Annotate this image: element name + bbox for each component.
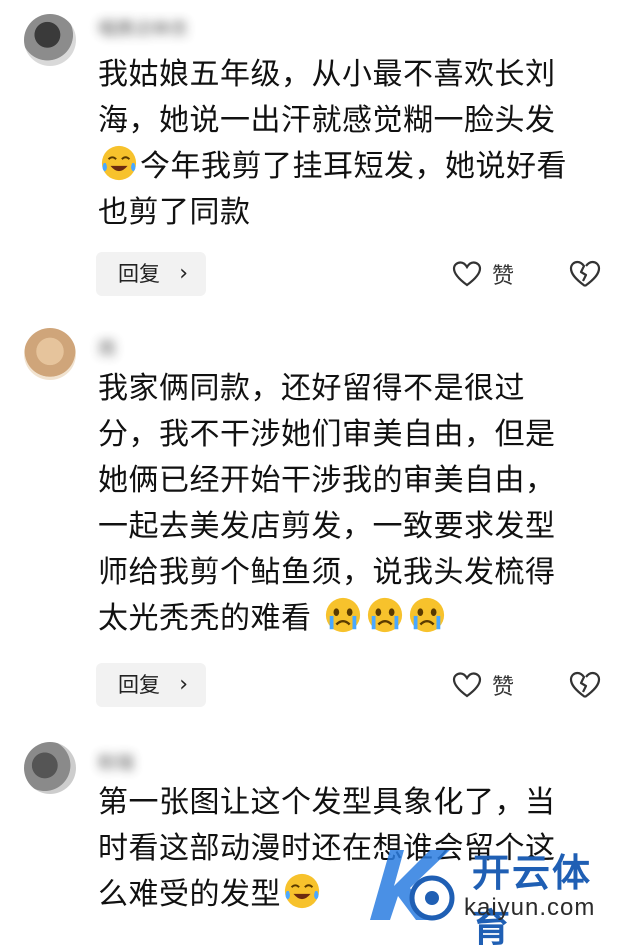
crying-emoji-icon [325, 597, 360, 633]
comment-line: 也剪了同款 [98, 195, 251, 230]
comment-line: 么难受的发型 [98, 877, 281, 912]
like-button[interactable]: 赞 [452, 663, 514, 707]
comment-line-with-emoji: 今年我剪了挂耳短发，她说好看 [98, 144, 608, 190]
heart-outline-icon [452, 672, 482, 698]
comment-line: 我姑娘五年级，从小最不喜欢长刘 [98, 57, 556, 92]
username[interactable]: 雨 [98, 338, 478, 362]
comment-line: 我家俩同款，还好留得不是很过 [98, 371, 525, 406]
broken-heart-icon[interactable] [568, 668, 602, 702]
crying-laughing-emoji-icon [284, 873, 320, 909]
broken-heart-icon[interactable] [568, 257, 602, 291]
chevron-right-icon: › [179, 261, 188, 286]
like-label: 赞 [492, 264, 515, 289]
username[interactable]: 唱携访林衣 [98, 18, 478, 42]
heart-outline-icon [452, 261, 482, 287]
comment-line: 一起去美发店剪发，一致要求发型 [98, 509, 556, 544]
crying-emoji-icon [367, 597, 402, 633]
username[interactable]: 粉瑞 [98, 752, 478, 776]
comment-line: 今年我剪了挂耳短发，她说好看 [140, 149, 567, 184]
comment-text: 我家俩同款，还好留得不是很过 分，我不干涉她们审美自由，但是 她俩已经开始干涉我… [98, 366, 608, 642]
comment-line: 她俩已经开始干涉我的审美自由， [98, 463, 556, 498]
watermark-logo: 开云体育 kaiyun.com [360, 842, 630, 950]
comment-text: 我姑娘五年级，从小最不喜欢长刘 海，她说一出汗就感觉糊一脸头发 今年我剪了挂耳短… [98, 52, 608, 236]
reply-label: 回复 [118, 673, 160, 697]
avatar[interactable] [24, 742, 76, 794]
crying-laughing-emoji-icon [101, 145, 137, 181]
comment-line-with-emoji: 太光秃秃的难看 [98, 596, 608, 642]
comment-line: 海，她说一出汗就感觉糊一脸头发 [98, 103, 556, 138]
comment-line: 师给我剪个鲇鱼须，说我头发梳得 [98, 555, 556, 590]
comment-line: 太光秃秃的难看 [98, 601, 312, 636]
comment-line: 第一张图让这个发型具象化了，当 [98, 785, 556, 820]
kaiyun-logo-icon [370, 850, 455, 921]
avatar[interactable] [24, 14, 76, 66]
reply-button[interactable]: 回复 › [96, 663, 206, 707]
watermark-text-en: kaiyun.com [464, 894, 596, 921]
like-button[interactable]: 赞 [452, 252, 514, 296]
reply-button[interactable]: 回复 › [96, 252, 206, 296]
reply-label: 回复 [118, 262, 160, 286]
like-label: 赞 [492, 675, 515, 700]
avatar[interactable] [24, 328, 76, 380]
chevron-right-icon: › [179, 672, 188, 697]
comment-line: 分，我不干涉她们审美自由，但是 [98, 417, 556, 452]
crying-emoji-icon [409, 597, 444, 633]
